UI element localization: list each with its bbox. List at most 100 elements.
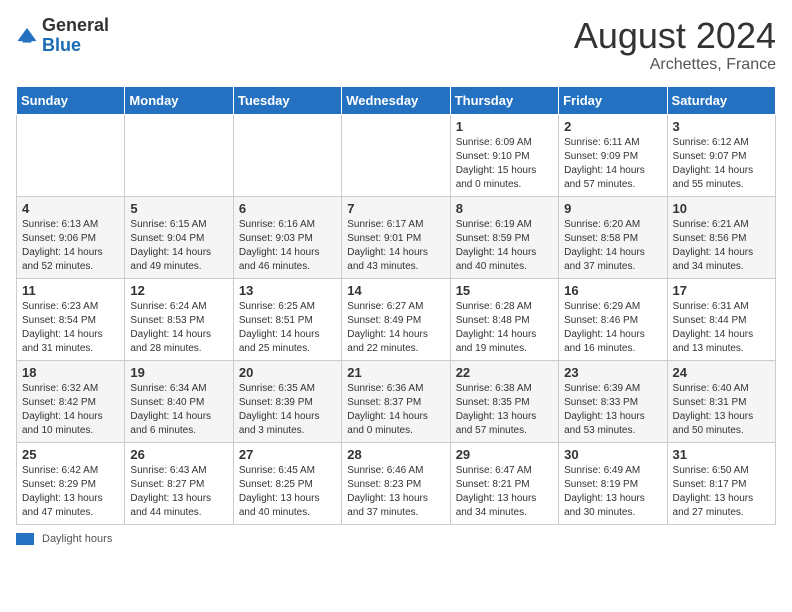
day-number: 24 xyxy=(673,365,770,380)
calendar-day-cell: 10 Sunrise: 6:21 AM Sunset: 8:56 PM Dayli… xyxy=(667,196,775,278)
day-number: 11 xyxy=(22,283,119,298)
calendar-day-cell: 11Sunrise: 6:23 AM Sunset: 8:54 PM Dayli… xyxy=(17,278,125,360)
calendar-day-cell: 9 Sunrise: 6:20 AM Sunset: 8:58 PM Daylig… xyxy=(559,196,667,278)
day-info: Sunrise: 6:25 AM Sunset: 8:51 PM Dayligh… xyxy=(239,300,336,356)
calendar-day-cell: 22 Sunrise: 6:38 AM Sunset: 8:35 PM Dayli… xyxy=(450,360,558,442)
daylight-bar-icon xyxy=(16,533,34,545)
day-info: Sunrise: 6:49 AM Sunset: 8:19 PM Dayligh… xyxy=(564,464,661,520)
calendar-day-cell: 17 Sunrise: 6:31 AM Sunset: 8:44 PM Dayli… xyxy=(667,278,775,360)
day-number: 2 xyxy=(564,119,661,134)
day-number: 13 xyxy=(239,283,336,298)
day-number: 18 xyxy=(22,365,119,380)
day-number: 7 xyxy=(347,201,444,216)
calendar-day-cell: 7 Sunrise: 6:17 AM Sunset: 9:01 PM Daylig… xyxy=(342,196,450,278)
calendar-day-cell: 14 Sunrise: 6:27 AM Sunset: 8:49 PM Dayli… xyxy=(342,278,450,360)
weekday-header: Wednesday xyxy=(342,86,450,114)
calendar-day-cell: 21 Sunrise: 6:36 AM Sunset: 8:37 PM Dayli… xyxy=(342,360,450,442)
calendar-day-cell: 29Sunrise: 6:47 AM Sunset: 8:21 PM Dayli… xyxy=(450,442,558,524)
day-info: Sunrise: 6:38 AM Sunset: 8:35 PM Dayligh… xyxy=(456,382,553,438)
calendar-day-cell: 20 Sunrise: 6:35 AM Sunset: 8:39 PM Dayli… xyxy=(233,360,341,442)
day-info: Sunrise: 6:19 AM Sunset: 8:59 PM Dayligh… xyxy=(456,218,553,274)
day-info: Sunrise: 6:32 AM Sunset: 8:42 PM Dayligh… xyxy=(22,382,119,438)
weekday-header: Sunday xyxy=(17,86,125,114)
day-number: 10 xyxy=(673,201,770,216)
day-info: Sunrise: 6:27 AM Sunset: 8:49 PM Dayligh… xyxy=(347,300,444,356)
calendar-day-cell: 15 Sunrise: 6:28 AM Sunset: 8:48 PM Dayli… xyxy=(450,278,558,360)
calendar-day-cell: 2Sunrise: 6:11 AM Sunset: 9:09 PM Daylig… xyxy=(559,114,667,196)
calendar-week-row: 11Sunrise: 6:23 AM Sunset: 8:54 PM Dayli… xyxy=(17,278,776,360)
weekday-header: Tuesday xyxy=(233,86,341,114)
day-number: 22 xyxy=(456,365,553,380)
calendar-day-cell: 31 Sunrise: 6:50 AM Sunset: 8:17 PM Dayli… xyxy=(667,442,775,524)
day-info: Sunrise: 6:12 AM Sunset: 9:07 PM Dayligh… xyxy=(673,136,770,192)
day-number: 31 xyxy=(673,447,770,462)
calendar-day-cell: 6Sunrise: 6:16 AM Sunset: 9:03 PM Daylig… xyxy=(233,196,341,278)
day-number: 5 xyxy=(130,201,227,216)
day-number: 17 xyxy=(673,283,770,298)
title-area: August 2024 Archettes, France xyxy=(574,16,776,74)
day-info: Sunrise: 6:21 AM Sunset: 8:56 PM Dayligh… xyxy=(673,218,770,274)
calendar-week-row: 18 Sunrise: 6:32 AM Sunset: 8:42 PM Dayli… xyxy=(17,360,776,442)
day-number: 30 xyxy=(564,447,661,462)
header: General Blue August 2024 Archettes, Fran… xyxy=(16,16,776,74)
calendar-body: 1Sunrise: 6:09 AM Sunset: 9:10 PM Daylig… xyxy=(17,114,776,524)
logo-blue: Blue xyxy=(42,35,81,55)
calendar-week-row: 25 Sunrise: 6:42 AM Sunset: 8:29 PM Dayli… xyxy=(17,442,776,524)
calendar-day-cell: 30 Sunrise: 6:49 AM Sunset: 8:19 PM Dayli… xyxy=(559,442,667,524)
calendar-subtitle: Archettes, France xyxy=(574,56,776,74)
day-info: Sunrise: 6:36 AM Sunset: 8:37 PM Dayligh… xyxy=(347,382,444,438)
day-info: Sunrise: 6:31 AM Sunset: 8:44 PM Dayligh… xyxy=(673,300,770,356)
day-number: 20 xyxy=(239,365,336,380)
calendar-day-cell xyxy=(342,114,450,196)
day-info: Sunrise: 6:34 AM Sunset: 8:40 PM Dayligh… xyxy=(130,382,227,438)
day-info: Sunrise: 6:29 AM Sunset: 8:46 PM Dayligh… xyxy=(564,300,661,356)
day-number: 15 xyxy=(456,283,553,298)
day-number: 19 xyxy=(130,365,227,380)
day-info: Sunrise: 6:20 AM Sunset: 8:58 PM Dayligh… xyxy=(564,218,661,274)
footer: Daylight hours xyxy=(16,533,776,545)
weekday-header: Thursday xyxy=(450,86,558,114)
day-number: 6 xyxy=(239,201,336,216)
day-info: Sunrise: 6:42 AM Sunset: 8:29 PM Dayligh… xyxy=(22,464,119,520)
generalblue-logo-icon xyxy=(16,25,38,47)
calendar-day-cell xyxy=(233,114,341,196)
day-number: 21 xyxy=(347,365,444,380)
day-number: 3 xyxy=(673,119,770,134)
daylight-label: Daylight hours xyxy=(42,533,112,545)
calendar-week-row: 1Sunrise: 6:09 AM Sunset: 9:10 PM Daylig… xyxy=(17,114,776,196)
calendar-day-cell: 16 Sunrise: 6:29 AM Sunset: 8:46 PM Dayli… xyxy=(559,278,667,360)
day-info: Sunrise: 6:28 AM Sunset: 8:48 PM Dayligh… xyxy=(456,300,553,356)
weekday-header: Saturday xyxy=(667,86,775,114)
day-number: 16 xyxy=(564,283,661,298)
day-number: 26 xyxy=(130,447,227,462)
header-row: SundayMondayTuesdayWednesdayThursdayFrid… xyxy=(17,86,776,114)
calendar-day-cell: 18 Sunrise: 6:32 AM Sunset: 8:42 PM Dayli… xyxy=(17,360,125,442)
day-info: Sunrise: 6:13 AM Sunset: 9:06 PM Dayligh… xyxy=(22,218,119,274)
day-number: 14 xyxy=(347,283,444,298)
calendar-title: August 2024 xyxy=(574,16,776,56)
calendar-week-row: 4 Sunrise: 6:13 AM Sunset: 9:06 PM Daylig… xyxy=(17,196,776,278)
calendar-day-cell xyxy=(125,114,233,196)
day-info: Sunrise: 6:15 AM Sunset: 9:04 PM Dayligh… xyxy=(130,218,227,274)
day-info: Sunrise: 6:46 AM Sunset: 8:23 PM Dayligh… xyxy=(347,464,444,520)
logo-text: General Blue xyxy=(42,16,109,56)
day-number: 12 xyxy=(130,283,227,298)
calendar-header: SundayMondayTuesdayWednesdayThursdayFrid… xyxy=(17,86,776,114)
calendar-day-cell: 27Sunrise: 6:45 AM Sunset: 8:25 PM Dayli… xyxy=(233,442,341,524)
calendar-day-cell: 13 Sunrise: 6:25 AM Sunset: 8:51 PM Dayli… xyxy=(233,278,341,360)
day-number: 4 xyxy=(22,201,119,216)
logo: General Blue xyxy=(16,16,109,56)
day-info: Sunrise: 6:35 AM Sunset: 8:39 PM Dayligh… xyxy=(239,382,336,438)
day-info: Sunrise: 6:50 AM Sunset: 8:17 PM Dayligh… xyxy=(673,464,770,520)
calendar-day-cell: 5 Sunrise: 6:15 AM Sunset: 9:04 PM Daylig… xyxy=(125,196,233,278)
calendar-day-cell xyxy=(17,114,125,196)
calendar-day-cell: 4 Sunrise: 6:13 AM Sunset: 9:06 PM Daylig… xyxy=(17,196,125,278)
day-number: 9 xyxy=(564,201,661,216)
day-info: Sunrise: 6:09 AM Sunset: 9:10 PM Dayligh… xyxy=(456,136,553,192)
day-number: 27 xyxy=(239,447,336,462)
day-info: Sunrise: 6:17 AM Sunset: 9:01 PM Dayligh… xyxy=(347,218,444,274)
day-number: 25 xyxy=(22,447,119,462)
day-info: Sunrise: 6:24 AM Sunset: 8:53 PM Dayligh… xyxy=(130,300,227,356)
calendar-day-cell: 26 Sunrise: 6:43 AM Sunset: 8:27 PM Dayli… xyxy=(125,442,233,524)
day-info: Sunrise: 6:43 AM Sunset: 8:27 PM Dayligh… xyxy=(130,464,227,520)
